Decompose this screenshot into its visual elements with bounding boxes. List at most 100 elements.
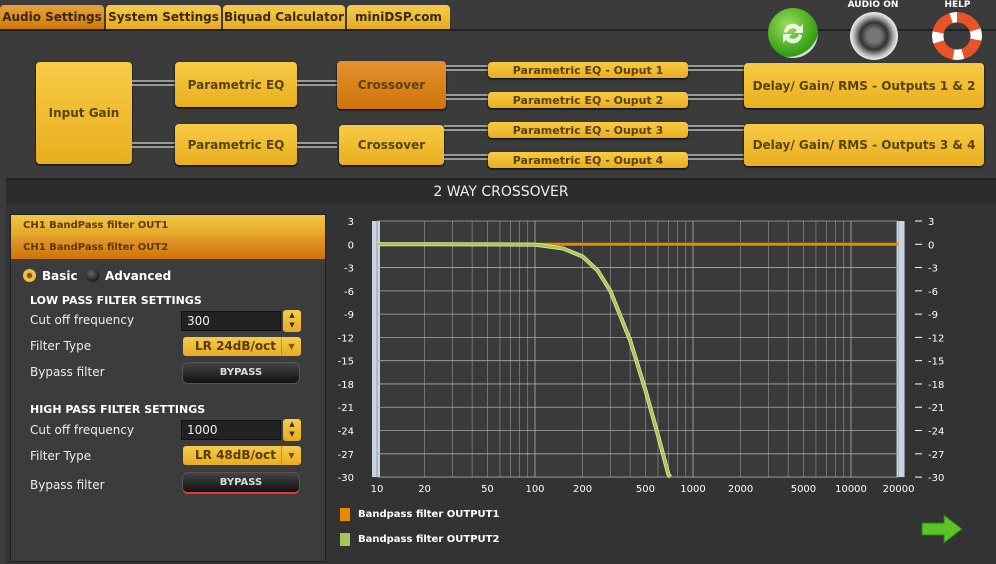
speaker-icon[interactable]	[850, 12, 898, 60]
connector	[688, 94, 744, 100]
highpass-type-select[interactable]: LR 48dB/oct ▼	[183, 446, 301, 465]
connector	[132, 80, 175, 86]
y-tick-label-left: -27	[338, 450, 354, 461]
y-tick-label-right: 0	[928, 240, 934, 251]
frequency-response-chart: 3 3 0 0 -3 -3 -6 -6 -9 -9 -12 -12 -15 -15 -18 -18 -21 -21…	[338, 217, 945, 495]
peq-output-1-block[interactable]: Parametric EQ - Ouput 1	[488, 62, 688, 78]
crossover-block-2[interactable]: Crossover	[339, 125, 444, 165]
highpass-type-value: LR 48dB/oct	[195, 448, 276, 462]
y-tick-label-right: 3	[928, 217, 934, 228]
lowpass-type-label: Filter Type	[30, 339, 92, 353]
filter-settings-panel: CH1 BandPass filter OUT1 CH1 BandPass fi…	[10, 214, 326, 562]
connector	[446, 94, 488, 100]
tab-biquad-calculator[interactable]: Biquad Calculator	[223, 5, 345, 29]
channel-out1[interactable]: CH1 BandPass filter OUT1	[11, 215, 325, 237]
lowpass-cutoff-spinner[interactable]: ▲ ▼	[283, 310, 301, 332]
legend-output1: Bandpass filter OUTPUT1	[358, 509, 500, 520]
y-tick-label-right: -30	[928, 473, 944, 484]
connector	[444, 125, 488, 131]
channel-out2[interactable]: CH1 BandPass filter OUT2	[11, 237, 325, 259]
y-tick-label-left: 0	[348, 240, 354, 251]
highpass-cutoff-input[interactable]: 1000	[181, 420, 281, 440]
y-tick-label-right: -24	[928, 427, 944, 438]
basic-label: Basic	[42, 269, 78, 283]
tab-divider	[0, 29, 996, 31]
plot-area	[372, 221, 904, 478]
left-edge-bar	[372, 221, 380, 478]
y-tick-label-left: -3	[344, 264, 354, 275]
help-lifebuoy-icon[interactable]	[932, 12, 982, 60]
parametric-eq-block-2[interactable]: Parametric EQ	[175, 124, 297, 165]
chevron-down-icon: ▼	[281, 337, 301, 356]
y-tick-label-left: -6	[344, 287, 354, 298]
chevron-down-icon: ▼	[281, 446, 301, 465]
x-tick-label: 20	[418, 484, 431, 495]
y-tick-label-right: -9	[928, 310, 938, 321]
lowpass-bypass-button[interactable]: BYPASS	[182, 362, 300, 384]
x-tick-label: 2000	[728, 484, 753, 495]
x-tick-label: 200	[573, 484, 592, 495]
y-tick-label-left: -9	[344, 310, 354, 321]
y-tick-label-left: -21	[338, 403, 354, 414]
tab-audio-settings[interactable]: Audio Settings	[0, 5, 104, 29]
lowpass-cutoff-label: Cut off frequency	[30, 313, 135, 327]
x-tick-label: 100	[525, 484, 544, 495]
x-tick-label: 5000	[791, 484, 816, 495]
delay-gain-rms-1-2-block[interactable]: Delay/ Gain/ RMS - Outputs 1 & 2	[744, 63, 984, 108]
peq-output-3-block[interactable]: Parametric EQ - Ouput 3	[488, 122, 688, 138]
basic-radio[interactable]	[23, 269, 36, 282]
lowpass-type-select[interactable]: LR 24dB/oct ▼	[183, 337, 301, 356]
connector	[688, 154, 744, 160]
parametric-eq-block-1[interactable]: Parametric EQ	[175, 62, 297, 107]
highpass-header: HIGH PASS FILTER SETTINGS	[30, 403, 206, 416]
highpass-bypass-button[interactable]: BYPASS	[182, 472, 300, 494]
x-tick-label: 10000	[835, 484, 867, 495]
highpass-bypass-label: Bypass filter	[30, 478, 105, 492]
crossover-block-1[interactable]: Crossover	[337, 61, 446, 109]
audio-on-label: AUDIO ON	[847, 0, 899, 10]
lowpass-cutoff-input[interactable]: 300	[181, 311, 281, 331]
delay-gain-rms-3-4-block[interactable]: Delay/ Gain/ RMS - Outputs 3 & 4	[744, 124, 984, 166]
peq-output-4-block[interactable]: Parametric EQ - Ouput 4	[488, 152, 688, 168]
connector	[446, 65, 488, 71]
x-tick-label: 20000	[883, 484, 915, 495]
lowpass-bypass-label: Bypass filter	[30, 365, 105, 379]
highpass-type-label: Filter Type	[30, 449, 92, 463]
connector	[297, 142, 337, 148]
y-tick-label-left: -30	[338, 473, 354, 484]
connector	[688, 65, 744, 71]
y-tick-label-left: 3	[348, 217, 354, 228]
y-tick-label-right: -18	[928, 380, 944, 391]
x-tick-label: 500	[636, 484, 655, 495]
x-tick-label: 1000	[680, 484, 705, 495]
legend-swatch-output1	[340, 508, 350, 521]
legend-swatch-output2	[340, 533, 350, 546]
tab-minidsp-com[interactable]: miniDSP.com	[347, 5, 450, 29]
y-tick-label-right: -6	[928, 287, 938, 298]
connector	[132, 142, 175, 148]
input-gain-block[interactable]: Input Gain	[36, 62, 132, 164]
advanced-radio[interactable]	[86, 269, 99, 282]
y-tick-label-left: -12	[338, 333, 354, 344]
x-tick-label: 50	[481, 484, 494, 495]
y-tick-label-left: -24	[338, 427, 354, 438]
connector	[688, 125, 744, 131]
next-arrow-icon[interactable]	[920, 513, 964, 545]
y-tick-label-right: -21	[928, 403, 944, 414]
x-tick-label: 10	[371, 484, 384, 495]
connector	[297, 80, 337, 86]
lowpass-header: LOW PASS FILTER SETTINGS	[30, 294, 202, 307]
tab-system-settings[interactable]: System Settings	[106, 5, 221, 29]
right-edge-bar	[896, 221, 905, 478]
highpass-cutoff-spinner[interactable]: ▲ ▼	[283, 419, 301, 441]
highpass-cutoff-label: Cut off frequency	[30, 423, 135, 437]
y-tick-label-right: -15	[928, 357, 944, 368]
panel-title: 2 WAY CROSSOVER	[6, 180, 996, 204]
refresh-icon[interactable]	[768, 8, 818, 58]
y-tick-label-right: -27	[928, 450, 944, 461]
y-tick-label-left: -15	[338, 357, 354, 368]
y-tick-label-left: -18	[338, 380, 354, 391]
connector	[444, 154, 488, 160]
y-tick-label-right: -3	[928, 264, 938, 275]
peq-output-2-block[interactable]: Parametric EQ - Ouput 2	[488, 92, 688, 108]
